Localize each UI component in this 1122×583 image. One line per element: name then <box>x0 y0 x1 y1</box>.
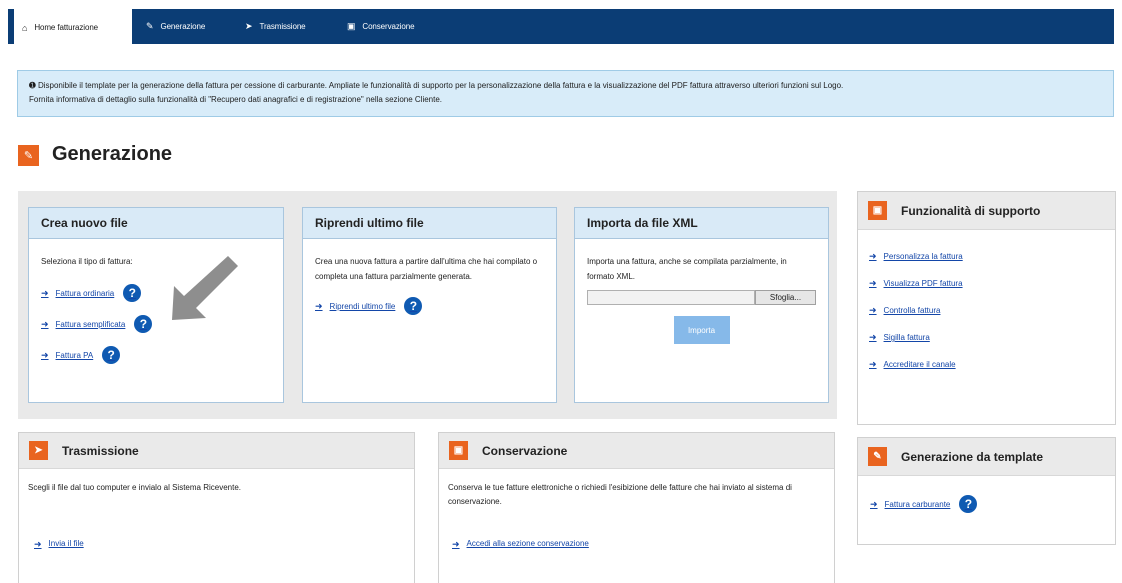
trasmissione-body: Scegli il file dal tuo computer e invial… <box>19 469 414 563</box>
riprendi-body: Crea una nuova fattura a partire dall'ul… <box>303 239 556 324</box>
arrow-right-icon: ➜ <box>41 318 49 329</box>
tab-trasmissione[interactable]: ➤ Trasmissione <box>245 9 306 44</box>
template-header: ✎ Generazione da template <box>858 438 1115 476</box>
visualizza-pdf-link[interactable]: ➜ Visualizza PDF fattura <box>869 278 1115 289</box>
tab-home-fatturazione[interactable]: ⌂ Home fatturazione <box>14 9 132 46</box>
info-icon: ➊ <box>29 81 38 90</box>
conservazione-header: ▣ Conservazione <box>439 433 834 469</box>
importa-body: Importa una fattura, anche se compilata … <box>575 239 828 353</box>
funzionalita-header: ▣ Funzionalità di supporto <box>858 192 1115 230</box>
arrow-right-icon: ➜ <box>34 539 42 549</box>
crea-card: Crea nuovo file Seleziona il tipo di fat… <box>28 207 284 403</box>
document-icon: ▣ <box>868 201 887 220</box>
accreditare-canale-link[interactable]: ➜ Accreditare il canale <box>869 359 1115 370</box>
info-line-1: ➊ Disponibile il template per la generaz… <box>29 79 1105 93</box>
link-label: Fattura PA <box>55 350 94 360</box>
link-label: Fattura semplificata <box>55 319 126 329</box>
template-section: ✎ Generazione da template ➜ Fattura carb… <box>857 437 1116 545</box>
crea-title: Crea nuovo file <box>29 208 283 239</box>
pencil-icon: ✎ <box>868 447 887 466</box>
funzionalita-title: Funzionalità di supporto <box>901 203 1041 218</box>
tab-label: Conservazione <box>362 22 415 31</box>
tab-label: Generazione <box>160 22 206 31</box>
funzionalita-links: ➜ Personalizza la fattura ➜ Visualizza P… <box>858 230 1115 370</box>
pointer-arrow-icon <box>172 256 238 320</box>
riprendi-text: Crea una nuova fattura a partire dall'ul… <box>315 257 538 281</box>
arrow-right-icon: ➜ <box>870 498 878 509</box>
arrow-right-icon: ➜ <box>869 305 877 315</box>
template-body: ➜ Fattura carburante ? <box>858 476 1115 513</box>
personalizza-fattura-link[interactable]: ➜ Personalizza la fattura <box>869 251 1115 262</box>
funzionalita-section: ▣ Funzionalità di supporto ➜ Personalizz… <box>857 191 1116 425</box>
crea-body: Seleziona il tipo di fattura: ➜ Fattura … <box>29 239 283 373</box>
link-label: Personalizza la fattura <box>883 252 963 261</box>
arrow-right-icon: ➜ <box>452 539 460 549</box>
trasmissione-title: Trasmissione <box>62 443 139 458</box>
trasmissione-header: ➤ Trasmissione <box>19 433 414 469</box>
fattura-carburante-link[interactable]: ➜ Fattura carburante ? <box>870 495 1115 513</box>
info-text-1: Disponibile il template per la generazio… <box>37 81 844 90</box>
link-label: Fattura ordinaria <box>55 288 115 298</box>
help-icon[interactable]: ? <box>404 297 423 315</box>
archive-icon: ▣ <box>449 441 468 460</box>
tab-label: Trasmissione <box>259 22 306 31</box>
arrow-right-icon: ➜ <box>41 287 49 298</box>
link-label: Fattura carburante <box>884 499 951 509</box>
link-label: Sigilla fattura <box>883 333 930 342</box>
help-icon[interactable]: ? <box>102 346 121 364</box>
riprendi-card: Riprendi ultimo file Crea una nuova fatt… <box>302 207 557 403</box>
controlla-fattura-link[interactable]: ➜ Controlla fattura <box>869 305 1115 316</box>
template-title: Generazione da template <box>901 449 1044 464</box>
link-label: Accreditare il canale <box>883 360 956 369</box>
link-label: Controlla fattura <box>883 306 941 315</box>
archive-icon: ▣ <box>347 21 356 31</box>
file-path-input[interactable] <box>587 290 755 305</box>
link-label: Accedi alla sezione conservazione <box>466 539 589 548</box>
home-icon: ⌂ <box>22 22 28 33</box>
fattura-pa-link[interactable]: ➜ Fattura PA ? <box>41 346 271 364</box>
info-banner: ➊ Disponibile il template per la generaz… <box>17 70 1114 117</box>
tab-conservazione[interactable]: ▣ Conservazione <box>347 9 415 44</box>
trasmissione-section: ➤ Trasmissione Scegli il file dal tuo co… <box>18 432 415 583</box>
help-icon[interactable]: ? <box>123 284 142 302</box>
arrow-right-icon: ➜ <box>315 300 323 311</box>
link-label: Riprendi ultimo file <box>329 301 396 311</box>
importa-text: Importa una fattura, anche se compilata … <box>587 257 787 281</box>
conservazione-text: Conserva le tue fatture elettroniche o r… <box>448 483 792 506</box>
conservazione-body: Conserva le tue fatture elettroniche o r… <box>439 469 834 563</box>
arrow-right-icon: ➜ <box>869 359 877 369</box>
importa-button[interactable]: Importa <box>673 316 730 344</box>
link-label: Visualizza PDF fattura <box>883 279 963 288</box>
sigilla-fattura-link[interactable]: ➜ Sigilla fattura <box>869 332 1115 343</box>
trasmissione-text: Scegli il file dal tuo computer e invial… <box>28 483 241 492</box>
arrow-right-icon: ➜ <box>869 278 877 288</box>
sfoglia-button[interactable]: Sfoglia... <box>755 290 816 305</box>
conservazione-section: ▣ Conservazione Conserva le tue fatture … <box>438 432 835 583</box>
paper-plane-icon: ➤ <box>245 21 253 31</box>
importa-title: Importa da file XML <box>575 208 828 239</box>
invia-il-file-link[interactable]: ➜ Invia il file <box>34 537 405 551</box>
tab-generazione[interactable]: ✎ Generazione <box>146 9 205 44</box>
tab-label: Home fatturazione <box>34 23 99 32</box>
link-label: Invia il file <box>48 539 84 548</box>
importa-card: Importa da file XML Importa una fattura,… <box>574 207 829 403</box>
pencil-icon: ✎ <box>18 145 39 166</box>
conservazione-title: Conservazione <box>482 443 568 458</box>
riprendi-title: Riprendi ultimo file <box>303 208 556 239</box>
info-line-2: Fornita informativa di dettaglio sulla f… <box>29 95 443 104</box>
arrow-right-icon: ➜ <box>41 349 49 360</box>
arrow-right-icon: ➜ <box>869 332 877 342</box>
riprendi-ultimo-file-link[interactable]: ➜ Riprendi ultimo file ? <box>315 297 544 315</box>
file-picker: Sfoglia... <box>587 290 816 305</box>
accedi-conservazione-link[interactable]: ➜ Accedi alla sezione conservazione <box>452 537 825 551</box>
pencil-icon: ✎ <box>146 21 154 31</box>
paper-plane-icon: ➤ <box>29 441 48 460</box>
page-title: Generazione <box>52 143 173 165</box>
help-icon[interactable]: ? <box>959 495 978 513</box>
arrow-right-icon: ➜ <box>869 251 877 261</box>
help-icon[interactable]: ? <box>134 315 153 333</box>
top-nav: ⌂ Home fatturazione ✎ Generazione ➤ Tras… <box>8 9 1114 46</box>
